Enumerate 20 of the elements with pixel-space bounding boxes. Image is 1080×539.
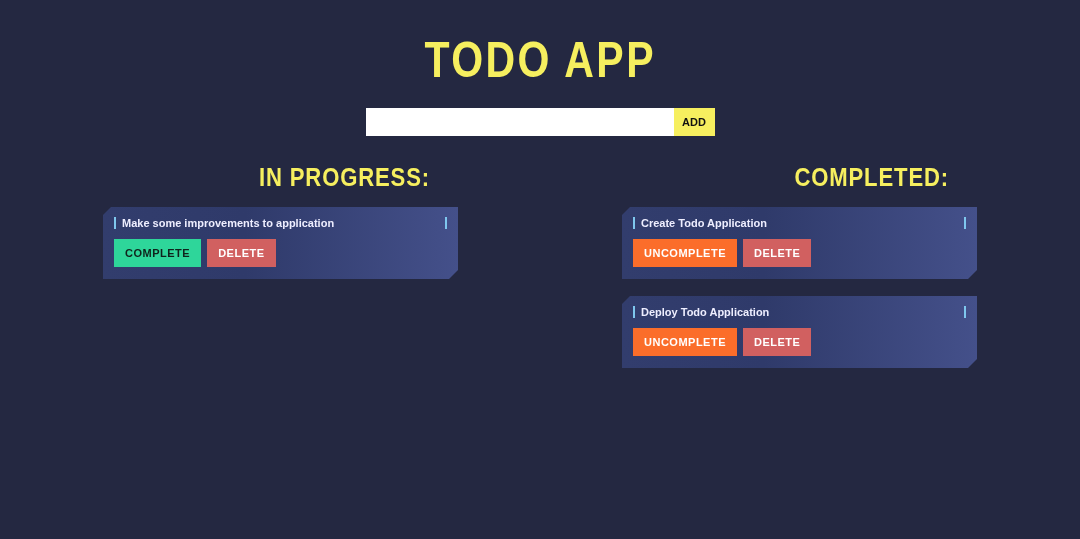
complete-button[interactable]: COMPLETE xyxy=(114,239,202,267)
task-text: Make some improvements to application xyxy=(122,217,336,229)
accent-bar xyxy=(964,217,966,229)
uncomplete-button[interactable]: UNCOMPLETE xyxy=(633,239,737,267)
accent-bar xyxy=(114,217,116,229)
add-button[interactable]: ADD xyxy=(673,108,715,136)
delete-button[interactable]: DELETE xyxy=(207,239,276,267)
app-title: TODO APP xyxy=(424,32,656,88)
delete-button[interactable]: DELETE xyxy=(743,328,812,356)
delete-button[interactable]: DELETE xyxy=(743,239,812,267)
accent-bar xyxy=(445,217,447,229)
section-heading: COMPLETED: xyxy=(793,161,949,193)
accent-bar xyxy=(964,306,966,318)
accent-bar xyxy=(633,217,635,229)
accent-bar xyxy=(633,306,635,318)
task-text: Create Todo Application xyxy=(641,217,768,229)
uncomplete-button[interactable]: UNCOMPLETE xyxy=(633,328,737,356)
task-text: Deploy Todo Application xyxy=(641,306,771,318)
section-heading: IN PROGRESS: xyxy=(257,161,430,193)
task-input[interactable] xyxy=(365,108,674,136)
